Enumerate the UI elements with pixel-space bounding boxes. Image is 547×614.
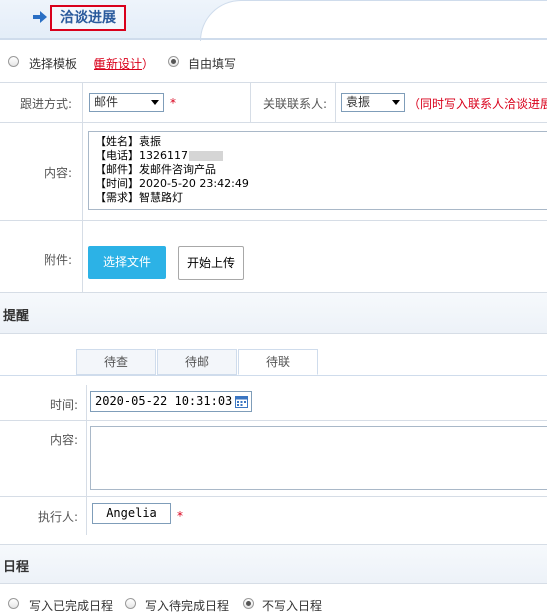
content-text: 【姓名】袁振 【电话】1326117 【邮件】发邮件咨询产品 【时间】2020-… — [95, 135, 249, 205]
reminder-content-textarea[interactable] — [90, 426, 547, 490]
tab-pending-contact[interactable]: 待联 — [238, 349, 318, 375]
tab-baseline — [0, 375, 547, 376]
executor-value: Angelia — [106, 506, 157, 520]
contact-label: 关联联系人: — [262, 97, 327, 111]
radio-write-completed-label: 写入已完成日程 — [29, 599, 114, 613]
follow-method-value: 邮件 — [94, 95, 119, 109]
contact-note: （同时写入联系人洽谈进展 — [408, 97, 547, 111]
reminder-section-header: 提醒 — [0, 292, 547, 334]
page-title: 洽谈进展 — [50, 5, 126, 31]
follow-method-label: 跟进方式: — [19, 97, 72, 111]
column-divider — [86, 385, 87, 535]
time-value: 2020-05-22 10:31:03 — [95, 394, 233, 408]
radio-write-pending-label: 写入待完成日程 — [145, 599, 230, 613]
header-divider — [0, 38, 547, 40]
column-divider — [82, 82, 83, 292]
attachment-label: 附件: — [43, 253, 72, 267]
column-divider — [250, 82, 251, 122]
radio-template[interactable] — [8, 56, 19, 67]
content-line-phone: 【电话】1326117 — [95, 149, 249, 163]
radio-free-fill-label: 自由填写 — [188, 57, 237, 71]
arrow-right-icon — [33, 11, 47, 23]
time-label: 时间: — [49, 398, 78, 412]
content-textarea[interactable]: 【姓名】袁振 【电话】1326117 【邮件】发邮件咨询产品 【时间】2020-… — [88, 131, 547, 210]
tab-pending-mail[interactable]: 待邮 — [157, 349, 237, 375]
content-line: 【时间】2020-5-20 23:42:49 — [95, 177, 249, 190]
page-header: 洽谈进展 — [0, 0, 547, 41]
required-mark: * — [177, 509, 183, 523]
contact-select[interactable]: 袁振 — [341, 93, 405, 112]
redesign-close-paren: ） — [142, 57, 155, 71]
follow-method-select[interactable]: 邮件 — [89, 93, 164, 112]
choose-file-button[interactable]: 选择文件 — [88, 246, 166, 279]
required-mark: * — [170, 96, 176, 110]
radio-no-schedule[interactable] — [243, 598, 254, 609]
radio-template-label: 选择模板 — [29, 57, 78, 71]
radio-write-completed[interactable] — [8, 598, 19, 609]
chevron-down-icon — [151, 100, 159, 105]
start-upload-button[interactable]: 开始上传 — [178, 246, 244, 280]
tab-pending-check[interactable]: 待查 — [76, 349, 156, 375]
content-label: 内容: — [43, 166, 72, 180]
redesign-link[interactable]: 重新设计 — [94, 55, 142, 72]
redacted-block — [189, 151, 223, 161]
time-input[interactable]: 2020-05-22 10:31:03 — [90, 391, 252, 412]
calendar-icon[interactable] — [235, 395, 248, 408]
row-divider — [0, 420, 547, 421]
executor-label: 执行人: — [37, 510, 78, 524]
content-line: 【邮件】发邮件咨询产品 — [95, 163, 216, 176]
radio-no-schedule-label: 不写入日程 — [262, 599, 323, 613]
reminder-content-label: 内容: — [49, 433, 78, 447]
reminder-section-title: 提醒 — [3, 309, 30, 324]
schedule-section-header: 日程 — [0, 544, 547, 584]
schedule-section-title: 日程 — [3, 560, 30, 575]
content-line: 【姓名】袁振 — [95, 135, 161, 148]
column-divider — [335, 82, 336, 122]
header-wave-decoration — [200, 0, 547, 41]
content-line: 【需求】智慧路灯 — [95, 191, 183, 204]
row-divider — [0, 496, 547, 497]
contact-value: 袁振 — [346, 95, 371, 109]
radio-free-fill[interactable] — [168, 56, 179, 67]
executor-input[interactable]: Angelia — [92, 503, 171, 524]
radio-write-pending[interactable] — [125, 598, 136, 609]
chevron-down-icon — [392, 100, 400, 105]
